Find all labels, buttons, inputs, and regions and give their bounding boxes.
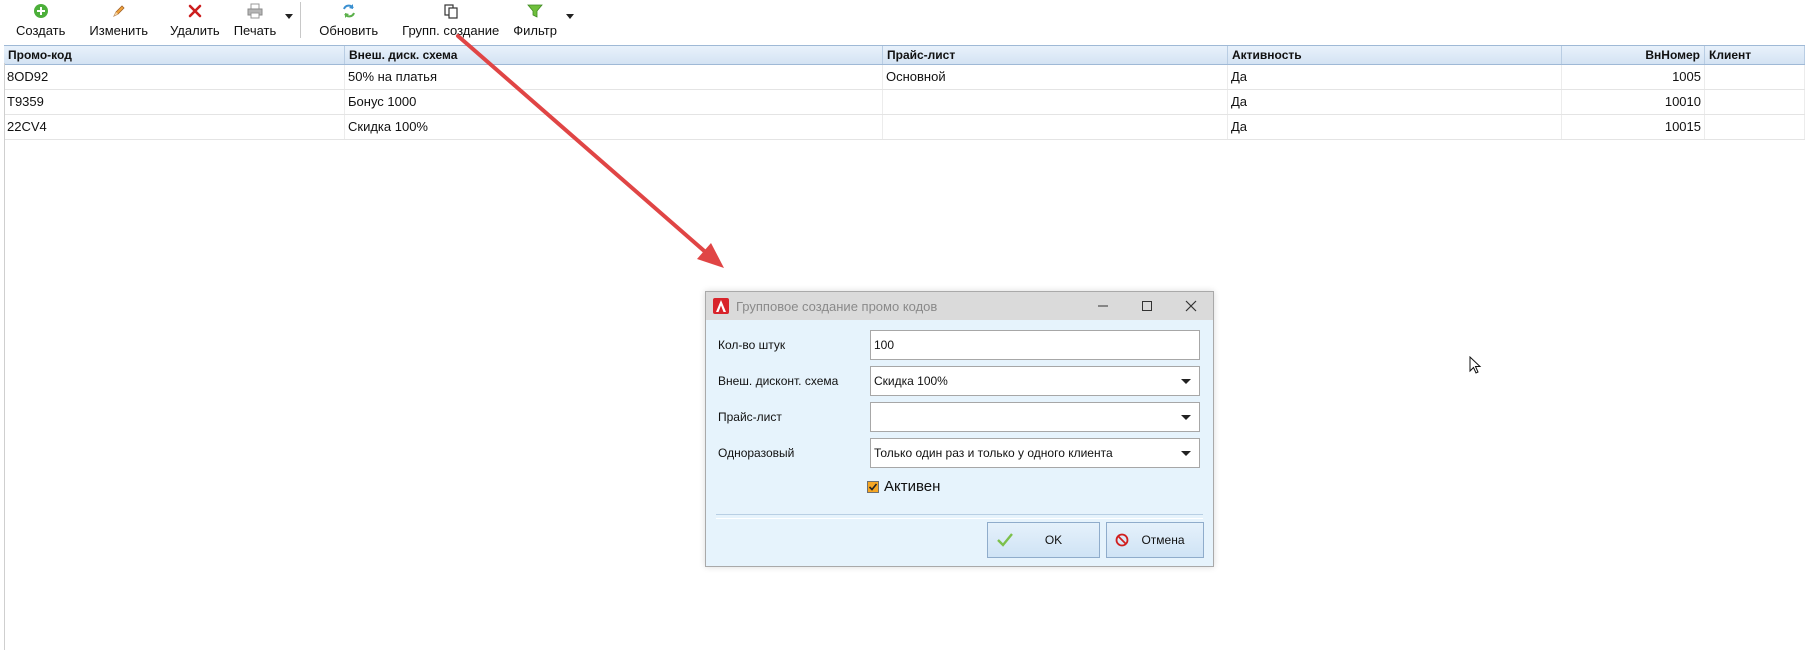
cell-promo-code: T9359 bbox=[4, 90, 345, 114]
scheme-row: Внеш. дисконт. схема Скидка 100% bbox=[718, 366, 1204, 396]
grid-left-border bbox=[4, 63, 5, 650]
refresh-button-label: Обновить bbox=[319, 23, 379, 38]
cell-activity: Да bbox=[1228, 115, 1562, 139]
column-header-promo-code[interactable]: Промо-код bbox=[4, 46, 345, 64]
print-button[interactable]: Печать bbox=[228, 0, 283, 40]
mouse-cursor-icon bbox=[1469, 356, 1482, 374]
edit-button-label: Изменить bbox=[89, 23, 149, 38]
create-button[interactable]: Создать bbox=[10, 0, 71, 40]
printer-icon bbox=[246, 2, 264, 20]
onetime-row: Одноразовый Только один раз и только у о… bbox=[718, 438, 1204, 468]
dialog-separator bbox=[716, 514, 1203, 519]
quantity-row: Кол-во штук 100 bbox=[718, 330, 1204, 360]
column-header-discount-scheme[interactable]: Внеш. диск. схема bbox=[345, 46, 883, 64]
cell-client bbox=[1705, 90, 1805, 114]
refresh-icon bbox=[340, 2, 358, 20]
grid-header: Промо-код Внеш. диск. схема Прайс-лист А… bbox=[4, 45, 1805, 65]
cell-pricelist: Основной bbox=[883, 65, 1228, 89]
maximize-icon bbox=[1142, 301, 1152, 311]
onetime-select-value: Только один раз и только у одного клиент… bbox=[874, 446, 1113, 460]
maximize-button[interactable] bbox=[1125, 292, 1169, 320]
cell-discount-scheme: Бонус 1000 bbox=[345, 90, 883, 114]
cell-promo-code: 8OD92 bbox=[4, 65, 345, 89]
quantity-input[interactable]: 100 bbox=[870, 330, 1200, 360]
filter-funnel-icon bbox=[526, 2, 544, 20]
create-button-label: Создать bbox=[16, 23, 66, 38]
cell-activity: Да bbox=[1228, 90, 1562, 114]
cell-promo-code: 22CV4 bbox=[4, 115, 345, 139]
cancel-circle-icon bbox=[1115, 533, 1129, 547]
cancel-button-label: Отмена bbox=[1141, 533, 1185, 547]
filter-button-label: Фильтр bbox=[513, 23, 557, 38]
pricelist-row: Прайс-лист bbox=[718, 402, 1204, 432]
scheme-label: Внеш. дисконт. схема bbox=[718, 374, 839, 388]
column-header-client[interactable]: Клиент bbox=[1705, 46, 1805, 64]
delete-button[interactable]: Удалить bbox=[164, 0, 226, 40]
edit-pencil-icon bbox=[110, 2, 128, 20]
close-icon bbox=[1185, 300, 1197, 312]
delete-button-label: Удалить bbox=[170, 23, 220, 38]
active-checkbox-row[interactable]: Активен bbox=[867, 478, 940, 495]
column-header-pricelist[interactable]: Прайс-лист bbox=[883, 46, 1228, 64]
active-checkbox-label: Активен bbox=[884, 478, 941, 495]
toolbar-separator bbox=[300, 2, 302, 38]
filter-button[interactable]: Фильтр bbox=[507, 0, 563, 40]
chevron-down-icon bbox=[1181, 451, 1191, 456]
print-button-label: Печать bbox=[233, 23, 277, 38]
print-dropdown-arrow[interactable] bbox=[282, 0, 296, 40]
checkmark-icon bbox=[868, 482, 878, 491]
copy-pages-icon bbox=[442, 2, 460, 20]
filter-dropdown-arrow[interactable] bbox=[563, 0, 577, 40]
column-header-activity[interactable]: Активность bbox=[1228, 46, 1562, 64]
ok-button-label: OK bbox=[1044, 533, 1063, 547]
table-row[interactable]: 8OD92 50% на платья Основной Да 1005 bbox=[4, 65, 1805, 90]
cell-internal-number: 10015 bbox=[1562, 115, 1705, 139]
delete-x-icon bbox=[186, 2, 204, 20]
chevron-down-icon bbox=[1181, 415, 1191, 420]
scheme-select-value: Скидка 100% bbox=[874, 374, 948, 388]
chevron-down-icon bbox=[285, 14, 294, 19]
scheme-select[interactable]: Скидка 100% bbox=[870, 366, 1200, 396]
column-header-internal-number[interactable]: ВнНомер bbox=[1562, 46, 1705, 64]
chevron-down-icon bbox=[1181, 379, 1191, 384]
ok-button[interactable]: OK bbox=[987, 522, 1100, 558]
cancel-button[interactable]: Отмена bbox=[1106, 522, 1204, 558]
group-create-button-label: Групп. создание bbox=[402, 23, 500, 38]
quantity-label: Кол-во штук bbox=[718, 338, 786, 352]
close-button[interactable] bbox=[1169, 292, 1213, 320]
dialog-titlebar[interactable]: Групповое создание промо кодов bbox=[706, 292, 1213, 320]
add-icon bbox=[32, 2, 50, 20]
table-row[interactable]: T9359 Бонус 1000 Да 10010 bbox=[4, 90, 1805, 115]
cell-internal-number: 10010 bbox=[1562, 90, 1705, 114]
promo-codes-grid: Промо-код Внеш. диск. схема Прайс-лист А… bbox=[4, 45, 1805, 140]
app-logo-icon bbox=[713, 298, 729, 314]
edit-button[interactable]: Изменить bbox=[83, 0, 154, 40]
cell-client bbox=[1705, 115, 1805, 139]
onetime-label: Одноразовый bbox=[718, 446, 795, 460]
table-row[interactable]: 22CV4 Скидка 100% Да 10015 bbox=[4, 115, 1805, 140]
minimize-icon bbox=[1098, 305, 1108, 307]
active-checkbox[interactable] bbox=[867, 480, 879, 493]
checkmark-icon bbox=[996, 532, 1014, 548]
refresh-button[interactable]: Обновить bbox=[313, 0, 384, 40]
cell-client bbox=[1705, 65, 1805, 89]
minimize-button[interactable] bbox=[1081, 292, 1125, 320]
cell-activity: Да bbox=[1228, 65, 1562, 89]
pricelist-label: Прайс-лист bbox=[718, 410, 782, 424]
onetime-select[interactable]: Только один раз и только у одного клиент… bbox=[870, 438, 1200, 468]
cell-internal-number: 1005 bbox=[1562, 65, 1705, 89]
group-create-dialog: Групповое создание промо кодов Кол-во шт… bbox=[705, 291, 1214, 567]
cell-pricelist bbox=[883, 115, 1228, 139]
chevron-down-icon bbox=[565, 14, 574, 19]
cell-discount-scheme: 50% на платья bbox=[345, 65, 883, 89]
pricelist-select[interactable] bbox=[870, 402, 1200, 432]
group-create-button[interactable]: Групп. создание bbox=[396, 0, 505, 40]
toolbar: Создать Изменить Удалить Печать Обновить… bbox=[0, 0, 1805, 44]
dialog-title: Групповое создание промо кодов bbox=[736, 298, 938, 314]
cell-pricelist bbox=[883, 90, 1228, 114]
cell-discount-scheme: Скидка 100% bbox=[345, 115, 883, 139]
